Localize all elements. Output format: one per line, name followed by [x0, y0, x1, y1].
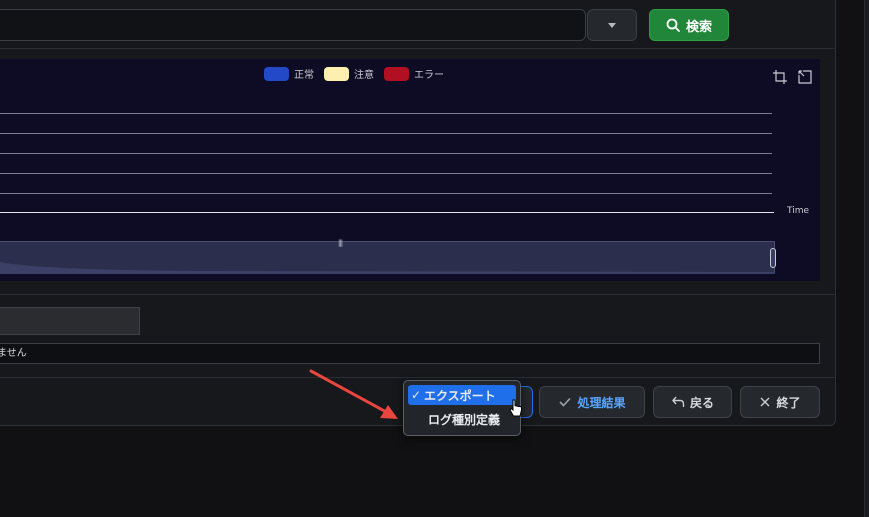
legend-label-warning: 注意 — [354, 70, 374, 81]
quit-button[interactable]: 終了 — [740, 386, 820, 418]
back-button-label: 戻る — [689, 395, 714, 410]
menu-item-export-label: エクスポート — [424, 388, 496, 403]
legend-item-error[interactable]: エラー — [384, 66, 444, 81]
results-button-label: 処理結果 — [577, 395, 626, 410]
search-button[interactable]: 検索 — [649, 9, 729, 41]
search-input[interactable] — [0, 9, 586, 41]
status-message-box: ません — [0, 343, 820, 364]
status-message: ません — [0, 348, 27, 359]
caret-down-icon — [608, 22, 616, 28]
x-axis-label: Time — [787, 206, 810, 216]
gridline — [0, 133, 772, 134]
timeline-chart[interactable]: 正常 注意 エラー Time ||| — [0, 59, 820, 281]
divider — [0, 377, 836, 378]
menu-item-export[interactable]: ✓ エクスポート — [408, 385, 516, 405]
divider — [0, 294, 836, 295]
slider-right-handle[interactable] — [770, 248, 776, 268]
search-options-dropdown-button[interactable] — [587, 9, 637, 41]
legend-swatch-normal — [264, 66, 289, 81]
filter-field[interactable] — [0, 307, 140, 335]
slider-drag-grip[interactable]: ||| — [338, 239, 343, 247]
results-button[interactable]: 処理結果 — [539, 386, 645, 418]
divider — [0, 48, 836, 49]
zoom-select-icon[interactable] — [772, 69, 788, 85]
legend-item-normal[interactable]: 正常 — [264, 66, 314, 81]
gridline — [0, 153, 772, 154]
slider-preview-area — [0, 262, 775, 274]
export-dropdown-menu: ✓ エクスポート ログ種別定義 — [403, 380, 521, 436]
menu-item-log-type-definition[interactable]: ログ種別定義 — [408, 409, 516, 429]
pointer-cursor-icon — [509, 399, 522, 417]
check-icon — [559, 397, 572, 407]
search-button-label: 検索 — [685, 19, 712, 35]
chart-legend: 正常 注意 エラー — [264, 66, 444, 81]
gridline — [0, 193, 772, 194]
quit-button-label: 終了 — [776, 395, 801, 410]
gridline — [0, 173, 772, 174]
window-edge — [864, 0, 869, 517]
data-zoom-slider[interactable] — [0, 241, 775, 274]
zoom-reset-icon[interactable] — [797, 69, 813, 85]
checkmark-icon: ✓ — [410, 388, 422, 402]
legend-label-error: エラー — [414, 70, 444, 81]
legend-swatch-error — [384, 66, 409, 81]
menu-item-log-type-label: ログ種別定義 — [428, 412, 501, 427]
legend-swatch-warning — [324, 66, 349, 81]
legend-item-warning[interactable]: 注意 — [324, 66, 374, 81]
undo-arrow-icon — [672, 396, 685, 407]
x-axis-line — [0, 212, 774, 213]
back-button[interactable]: 戻る — [653, 386, 732, 418]
search-icon — [666, 18, 680, 32]
legend-label-normal: 正常 — [294, 70, 314, 81]
gridline — [0, 113, 772, 114]
close-icon — [760, 397, 770, 407]
